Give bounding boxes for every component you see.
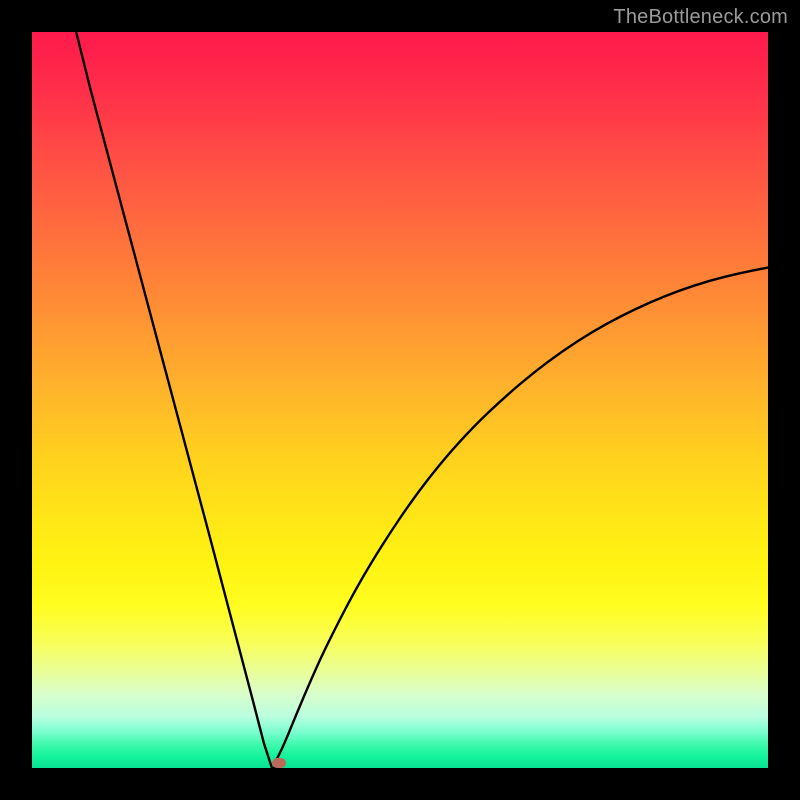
- bottleneck-curve: [32, 32, 768, 768]
- watermark-text: TheBottleneck.com: [613, 6, 788, 29]
- optimal-point-marker: [272, 758, 286, 768]
- chart-plot-area: [32, 32, 768, 768]
- chart-frame: TheBottleneck.com: [0, 0, 800, 800]
